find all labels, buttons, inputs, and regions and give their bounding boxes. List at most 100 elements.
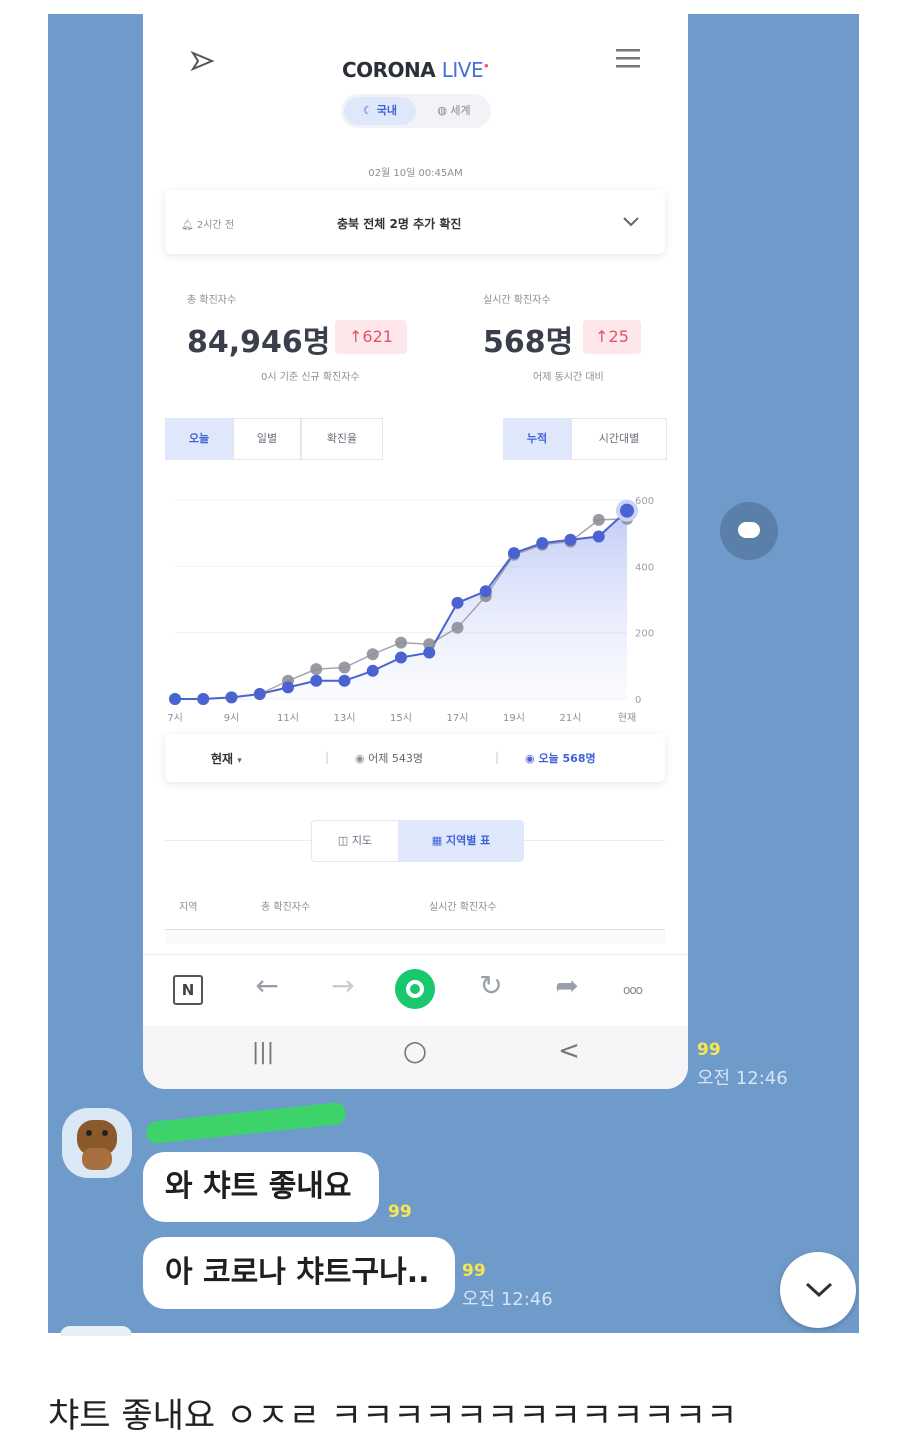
scroll-down-button[interactable] [780, 1252, 856, 1328]
moon-icon: ☾ [363, 104, 377, 117]
point-today [592, 530, 605, 543]
range-tab-today[interactable]: 오늘 [165, 418, 233, 460]
point-yesterday [366, 648, 379, 661]
message-time: 오전 12:46 [697, 1068, 788, 1089]
table-row [165, 929, 665, 944]
view-tab-map[interactable]: ◫ 지도 [311, 820, 399, 862]
point-today [366, 664, 379, 677]
point-today [225, 691, 238, 704]
x-tick-label: 17시 [447, 712, 469, 724]
partial-avatar [60, 1326, 132, 1336]
dot-icon: ◉ [525, 752, 539, 765]
back-nav-icon[interactable]: < [549, 1036, 589, 1066]
country-tab-group: ☾ 국내 ◍ 세계 [341, 94, 491, 128]
y-tick-label: 0 [635, 695, 641, 706]
point-today [310, 674, 323, 687]
android-nav-bar: ||| ○ < [143, 1026, 688, 1089]
point-yesterday [395, 636, 407, 649]
confirmed-cases-chart: 600 400 200 0 7시 9시 11시 13시 15시 17시 19시 21시 현재 [167, 496, 654, 724]
share-icon[interactable]: ➦ [547, 969, 587, 1002]
bell-icon: 🔔︎ [181, 220, 197, 231]
point-today [338, 674, 351, 687]
chart-legend: 현재 ▾ | ◉ 어제 543명 | ◉ 오늘 568명 [165, 734, 665, 782]
total-label: 총 확진자수 [187, 295, 237, 306]
live-delta-badge: ↑25 [583, 320, 641, 354]
read-count: 99 [462, 1261, 486, 1281]
tab-world[interactable]: ◍ 세계 [421, 97, 487, 125]
home-icon[interactable] [395, 969, 435, 1009]
x-tick-label: 9시 [224, 712, 240, 724]
time-select[interactable]: 현재 ▾ [211, 750, 242, 767]
back-icon[interactable]: ← [247, 969, 287, 1002]
message-time: 오전 12:46 [462, 1289, 553, 1310]
tab-domestic[interactable]: ☾ 국내 [344, 97, 416, 125]
map-icon: ◫ [337, 834, 352, 847]
total-note: 0시 기준 신규 확진자수 [261, 372, 360, 383]
point-yesterday [592, 513, 605, 526]
comment-bubble-icon[interactable] [720, 502, 778, 560]
table-header-region: 지역 [179, 902, 198, 913]
range-tab-daily[interactable]: 일별 [233, 418, 301, 460]
live-label: 실시간 확진자수 [483, 295, 551, 306]
recent-apps-icon[interactable]: ||| [243, 1040, 283, 1065]
chevron-down-icon [805, 1282, 833, 1298]
point-today [536, 537, 549, 550]
avatar[interactable] [62, 1108, 132, 1178]
notice-card[interactable]: 🔔︎ 2시간 전 충북 전체 2명 추가 확진 [165, 190, 665, 254]
point-yesterday [310, 663, 323, 676]
home-nav-icon[interactable]: ○ [395, 1034, 435, 1067]
y-tick-label: 400 [635, 562, 654, 573]
point-today [479, 585, 492, 598]
table-header-total: 총 확진자수 [261, 902, 311, 913]
point-today [508, 547, 520, 560]
total-value: 84,946명 [187, 325, 331, 360]
y-tick-label: 600 [635, 496, 654, 507]
point-today [253, 688, 266, 701]
menu-icon[interactable] [615, 47, 641, 69]
x-tick-label: 7시 [167, 712, 183, 724]
x-tick-label: 13시 [334, 712, 356, 724]
x-tick-label: 21시 [560, 712, 582, 724]
mode-tab-cumulative[interactable]: 누적 [503, 418, 571, 460]
phone-screenshot: CORONA LIVE• ☾ 국내 ◍ 세계 02월 10일 00:45AM 🔔… [143, 14, 688, 1089]
post-caption: 챠트 좋내요 ㅇㅈㄹ ㅋㅋㅋㅋㅋㅋㅋㅋㅋㅋㅋㅋㅋ [48, 1396, 738, 1436]
point-yesterday [451, 621, 464, 634]
globe-icon: ◍ [437, 104, 451, 117]
legend-yesterday: ◉ 어제 543명 [355, 752, 423, 765]
more-icon[interactable]: ooo [623, 983, 643, 997]
legend-today: ◉ 오늘 568명 [525, 752, 596, 765]
x-tick-label: 11시 [277, 712, 299, 724]
chat-message: 아 코로나 챠트구나.. [143, 1237, 455, 1309]
y-tick-label: 200 [635, 629, 654, 640]
refresh-icon[interactable]: ↻ [471, 969, 511, 1002]
legend-divider: | [495, 750, 500, 764]
point-today [451, 596, 464, 609]
point-today [616, 499, 638, 522]
live-value: 568명 [483, 325, 574, 360]
point-today [169, 693, 181, 705]
point-today [395, 651, 407, 664]
x-tick-label: 현재 [618, 712, 636, 724]
notice-ago: 2시간 전 [196, 220, 235, 231]
point-yesterday [338, 661, 351, 674]
read-count: 99 [388, 1202, 412, 1222]
browser-toolbar: N ← → ↻ ➦ ooo [143, 954, 688, 1025]
forward-icon[interactable]: → [323, 969, 363, 1002]
read-count: 99 [697, 1040, 721, 1060]
x-tick-label: 15시 [390, 712, 412, 724]
area-today [175, 510, 627, 699]
mode-tab-hourly[interactable]: 시간대별 [571, 418, 667, 460]
chevron-down-icon[interactable] [622, 216, 640, 228]
caret-down-icon: ▾ [237, 756, 242, 766]
dot-icon: ◉ [355, 752, 369, 765]
x-tick-label: 19시 [503, 712, 525, 724]
live-note: 어제 동시간 대비 [533, 372, 604, 383]
app-title: CORONA LIVE• [341, 58, 490, 82]
total-delta-badge: ↑621 [335, 320, 407, 354]
range-tab-rate[interactable]: 확진율 [301, 418, 383, 460]
table-icon: ▦ [431, 834, 446, 847]
point-today [282, 681, 294, 694]
view-tab-table[interactable]: ▦ 지역별 표 [398, 820, 524, 862]
chat-message: 와 챠트 좋내요 [143, 1152, 379, 1222]
naver-icon[interactable]: N [173, 975, 203, 1005]
